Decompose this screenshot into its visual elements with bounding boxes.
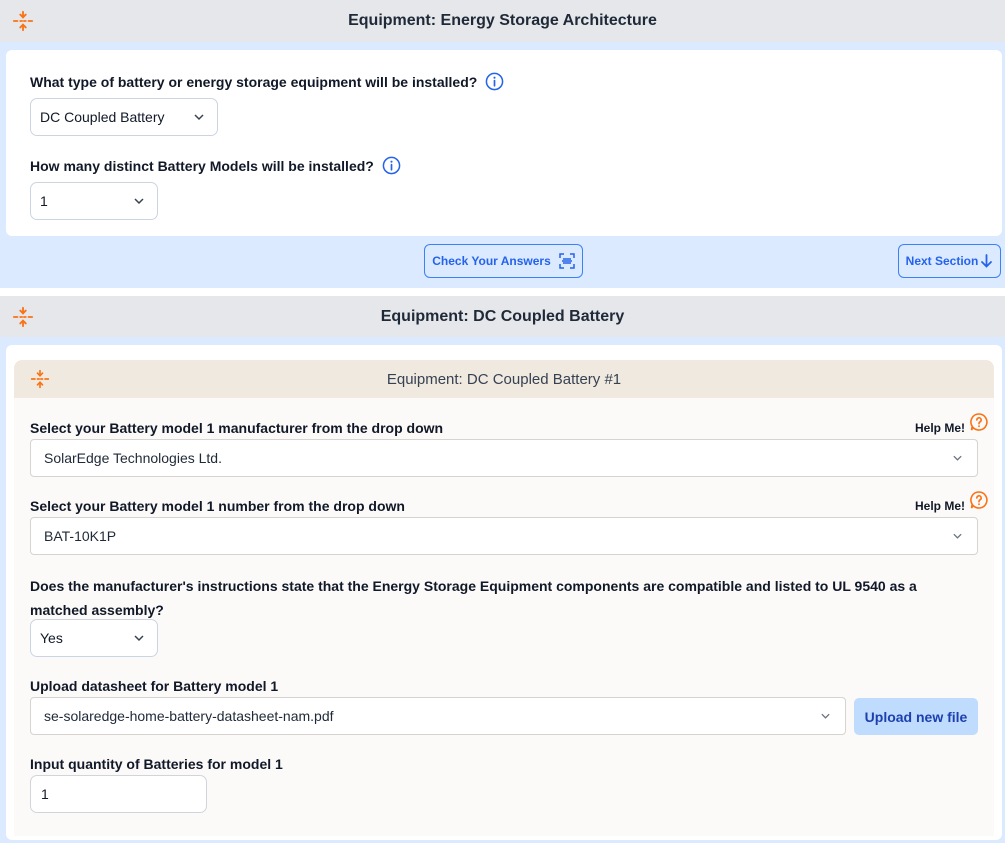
help-me-link[interactable]: Help Me! [915,490,989,513]
check-answers-label: Check Your Answers [432,254,551,268]
manufacturer-question: Select your Battery model 1 manufacturer… [30,420,443,436]
next-section-label: Next Section [905,254,979,268]
help-me-link[interactable]: Help Me! [915,412,989,435]
model-number-value: BAT-10K1P [44,528,117,544]
check-answers-button[interactable]: Check Your Answers [424,244,583,278]
quantity-label: Input quantity of Batteries for model 1 [30,756,283,772]
info-icon[interactable] [382,156,401,175]
battery-models-question: How many distinct Battery Models will be… [30,156,401,175]
sub-section-header-battery-1[interactable]: Equipment: DC Coupled Battery #1 [14,360,994,398]
chevron-down-icon [821,713,830,719]
help-me-label: Help Me! [915,499,966,513]
ul9540-label: Does the manufacturer's instructions sta… [30,578,917,618]
upload-new-file-button[interactable]: Upload new file [854,698,978,735]
collapse-icon[interactable] [12,306,34,328]
quantity-question: Input quantity of Batteries for model 1 [30,756,283,772]
section-title: Equipment: DC Coupled Battery [380,307,625,325]
chevron-down-icon [194,114,204,121]
ul9540-value: Yes [40,630,63,646]
sub-section-title: Equipment: DC Coupled Battery #1 [386,370,622,388]
battery-type-value: DC Coupled Battery [40,109,165,125]
chevron-down-icon [953,533,962,539]
chevron-down-icon [134,198,144,205]
help-bubble-icon [970,413,988,431]
chevron-down-icon [953,455,962,461]
battery-models-label: How many distinct Battery Models will be… [30,157,374,174]
datasheet-select[interactable]: se-solaredge-home-battery-datasheet-nam.… [30,697,846,735]
model-label: Select your Battery model 1 number from … [30,498,405,514]
section-header-dc-coupled-battery[interactable]: Equipment: DC Coupled Battery [0,296,1005,337]
collapse-icon[interactable] [30,369,50,389]
datasheet-question: Upload datasheet for Battery model 1 [30,678,278,694]
help-bubble-icon [970,491,988,509]
collapse-icon[interactable] [12,10,34,32]
info-icon[interactable] [485,72,504,91]
battery-type-label: What type of battery or energy storage e… [30,73,478,90]
scan-icon [559,253,575,269]
manufacturer-select[interactable]: SolarEdge Technologies Ltd. [30,439,978,477]
next-section-button[interactable]: Next Section [898,244,1001,278]
quantity-input[interactable]: 1 [30,775,207,813]
battery-type-question: What type of battery or energy storage e… [30,72,504,91]
section-header-energy-storage[interactable]: Equipment: Energy Storage Architecture [0,0,1005,42]
battery-models-count-select[interactable]: 1 [30,182,158,220]
section-title: Equipment: Energy Storage Architecture [348,12,657,29]
arrow-down-icon [981,254,993,268]
help-me-label: Help Me! [915,421,966,435]
model-number-select[interactable]: BAT-10K1P [30,517,978,555]
battery-models-count-value: 1 [40,193,48,209]
battery-type-select[interactable]: DC Coupled Battery [30,98,218,136]
quantity-value: 1 [41,786,49,802]
ul9540-question: Does the manufacturer's instructions sta… [30,574,970,622]
upload-new-file-label: Upload new file [864,708,968,725]
datasheet-value: se-solaredge-home-battery-datasheet-nam.… [44,708,334,724]
ul9540-select[interactable]: Yes [30,619,158,657]
datasheet-label: Upload datasheet for Battery model 1 [30,678,279,694]
manufacturer-label: Select your Battery model 1 manufacturer… [30,420,444,436]
model-question: Select your Battery model 1 number from … [30,498,405,514]
manufacturer-value: SolarEdge Technologies Ltd. [44,450,222,466]
chevron-down-icon [134,635,144,642]
